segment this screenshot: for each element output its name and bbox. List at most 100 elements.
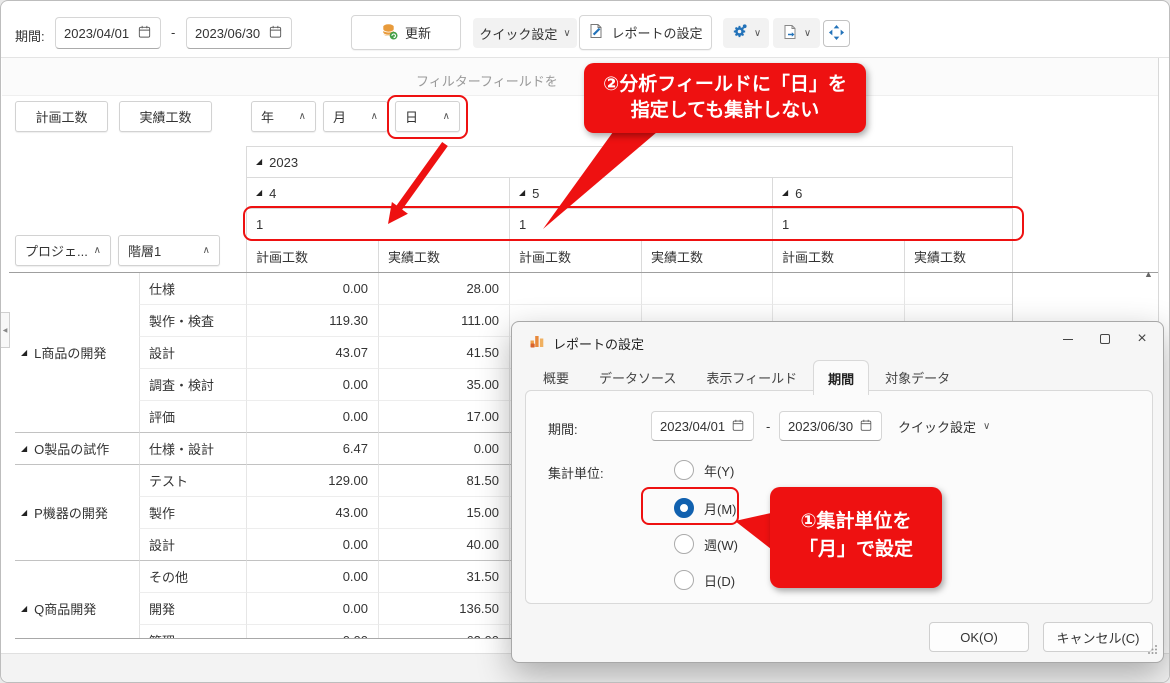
pivot-cell[interactable]: 62.00 <box>378 625 509 639</box>
refresh-button[interactable]: 更新 <box>351 15 461 50</box>
field-button-project[interactable]: プロジェ...∧ <box>15 235 111 266</box>
resize-grip[interactable] <box>1147 643 1158 658</box>
expand-marker-icon[interactable]: ◢ <box>256 189 262 197</box>
row-label[interactable]: 開発 <box>139 593 246 625</box>
pivot-cell[interactable]: 35.00 <box>378 369 509 401</box>
radio-year[interactable]: 年(Y) <box>674 453 734 487</box>
calendar-icon[interactable] <box>731 418 745 435</box>
measure-header[interactable]: 実績工数 <box>904 239 1013 273</box>
measure-header[interactable]: 計画工数 <box>772 239 904 273</box>
pivot-cell[interactable]: 136.50 <box>378 593 509 625</box>
field-button-actual-hours[interactable]: 実績工数 <box>119 101 212 132</box>
chevron-up-icon[interactable]: ∧ <box>299 111 306 122</box>
expand-marker-icon[interactable]: ◢ <box>256 158 262 166</box>
radio-circle-icon[interactable] <box>674 534 694 554</box>
radio-circle-icon[interactable] <box>674 570 694 590</box>
date-to-input[interactable]: 2023/06/30 <box>186 17 292 49</box>
pivot-cell[interactable]: 81.50 <box>378 465 509 497</box>
pivot-cell[interactable]: 0.00 <box>378 433 509 465</box>
minimize-button[interactable] <box>1050 325 1086 353</box>
row-label[interactable]: 仕様・設計 <box>139 433 246 465</box>
pivot-cell[interactable]: 0.00 <box>246 369 378 401</box>
field-button-hierarchy1[interactable]: 階層1∧ <box>118 235 220 266</box>
row-label[interactable]: 製作・検査 <box>139 305 246 337</box>
field-button-month[interactable]: 月∧ <box>323 101 388 132</box>
dialog-date-to-input[interactable]: 2023/06/30 <box>779 411 882 441</box>
row-label[interactable]: 製作 <box>139 497 246 529</box>
scroll-left-button[interactable]: ◀ <box>0 312 10 348</box>
pivot-cell[interactable]: 31.50 <box>378 561 509 593</box>
pivot-cell[interactable]: 40.00 <box>378 529 509 561</box>
row-group-l-product[interactable]: ◢L商品の開発 <box>15 273 139 433</box>
pivot-cell[interactable]: 41.50 <box>378 337 509 369</box>
date-from-input[interactable]: 2023/04/01 <box>55 17 161 49</box>
dialog-quick-settings-dropdown[interactable]: クイック設定 ∨ <box>898 411 990 441</box>
column-header-month-5[interactable]: ◢5 <box>509 177 772 208</box>
chevron-up-icon[interactable]: ∧ <box>94 245 101 256</box>
radio-day[interactable]: 日(D) <box>674 563 735 597</box>
row-group-q-product[interactable]: ◢Q商品開発 <box>15 561 139 639</box>
radio-week[interactable]: 週(W) <box>674 527 738 561</box>
pivot-cell[interactable] <box>772 273 904 305</box>
pivot-cell[interactable]: 0.00 <box>246 529 378 561</box>
row-group-p-equipment[interactable]: ◢P機器の開発 <box>15 465 139 561</box>
row-label[interactable]: 管理 <box>139 625 246 639</box>
row-label[interactable]: その他 <box>139 561 246 593</box>
calendar-icon[interactable] <box>268 24 283 42</box>
ok-button[interactable]: OK(O) <box>929 622 1029 652</box>
radio-circle-icon[interactable] <box>674 460 694 480</box>
column-header-month-6[interactable]: ◢6 <box>772 177 1013 208</box>
tab-period[interactable]: 期間 <box>813 360 869 395</box>
close-button[interactable]: × <box>1124 325 1160 353</box>
pivot-cell[interactable]: 17.00 <box>378 401 509 433</box>
pivot-cell[interactable] <box>904 273 1013 305</box>
column-header-year-2023[interactable]: ◢ 2023 <box>246 146 1013 177</box>
pivot-cell[interactable]: 111.00 <box>378 305 509 337</box>
row-label[interactable]: 評価 <box>139 401 246 433</box>
chevron-up-icon[interactable]: ∧ <box>371 111 378 122</box>
pivot-cell[interactable]: 0.00 <box>246 561 378 593</box>
report-settings-button[interactable]: レポートの設定 <box>579 15 712 50</box>
expand-marker-icon[interactable]: ◢ <box>21 349 27 357</box>
pivot-cell[interactable]: 15.00 <box>378 497 509 529</box>
pivot-cell[interactable]: 43.07 <box>246 337 378 369</box>
pivot-cell[interactable]: 0.00 <box>246 593 378 625</box>
calendar-icon[interactable] <box>137 24 152 42</box>
row-label[interactable]: 仕様 <box>139 273 246 305</box>
scroll-up-arrow[interactable]: ▲ <box>1144 269 1153 279</box>
expand-marker-icon[interactable]: ◢ <box>519 189 525 197</box>
measure-header[interactable]: 計画工数 <box>246 239 378 273</box>
measure-header[interactable]: 実績工数 <box>641 239 772 273</box>
options-gear-dropdown[interactable]: ∨ <box>723 18 769 48</box>
cancel-button[interactable]: キャンセル(C) <box>1043 622 1153 652</box>
dialog-date-from-input[interactable]: 2023/04/01 <box>651 411 754 441</box>
maximize-button[interactable] <box>1087 325 1123 353</box>
row-label[interactable]: 設計 <box>139 337 246 369</box>
pivot-cell[interactable] <box>509 273 641 305</box>
column-header-month-4[interactable]: ◢4 <box>246 177 509 208</box>
fullscreen-expand-button[interactable] <box>823 20 850 47</box>
row-label[interactable]: 設計 <box>139 529 246 561</box>
pivot-cell[interactable]: 0.00 <box>246 273 378 305</box>
row-label[interactable]: テスト <box>139 465 246 497</box>
pivot-cell[interactable]: 28.00 <box>378 273 509 305</box>
measure-header[interactable]: 実績工数 <box>378 239 509 273</box>
measure-header[interactable]: 計画工数 <box>509 239 641 273</box>
field-button-year[interactable]: 年∧ <box>251 101 316 132</box>
pivot-cell[interactable]: 6.47 <box>246 433 378 465</box>
export-dropdown[interactable]: ∨ <box>773 18 820 48</box>
expand-marker-icon[interactable]: ◢ <box>21 605 27 613</box>
pivot-cell[interactable] <box>641 273 772 305</box>
pivot-cell[interactable]: 0.00 <box>246 625 378 639</box>
expand-marker-icon[interactable]: ◢ <box>782 189 788 197</box>
chevron-up-icon[interactable]: ∧ <box>203 245 210 256</box>
row-group-o-prototype[interactable]: ◢O製品の試作 <box>15 433 139 465</box>
pivot-cell[interactable]: 43.00 <box>246 497 378 529</box>
quick-settings-button[interactable]: クイック設定 ∨ <box>473 18 577 48</box>
filter-fields-dropzone[interactable] <box>2 58 1158 96</box>
pivot-cell[interactable]: 129.00 <box>246 465 378 497</box>
expand-marker-icon[interactable]: ◢ <box>21 509 27 517</box>
calendar-icon[interactable] <box>859 418 873 435</box>
row-label[interactable]: 調査・検討 <box>139 369 246 401</box>
pivot-cell[interactable]: 119.30 <box>246 305 378 337</box>
